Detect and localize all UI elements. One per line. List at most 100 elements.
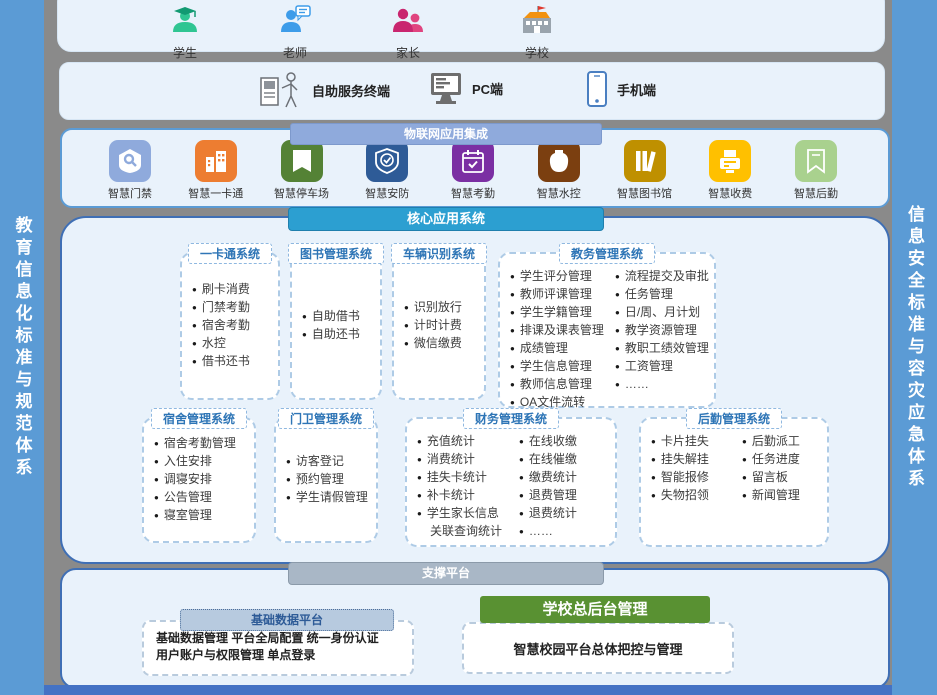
base-data-line1: 基础数据管理 平台全局配置 统一身份认证 [156, 630, 402, 647]
card-one-card-system: 一卡通系统 刷卡消费门禁考勤宿舍考勤水控借书还书 [180, 252, 280, 400]
list-item: 学生请假管理 [286, 489, 370, 507]
school-icon [518, 4, 556, 38]
card-dorm-system: 宿舍管理系统 宿舍考勤管理入住安排调寝安排公告管理寝室管理 [142, 417, 256, 543]
right-pillar: 信息安全标准与容灾应急体系 [892, 0, 937, 695]
right-pillar-label: 信息安全标准与容灾应急体系 [902, 205, 927, 491]
card-library-system-title: 图书管理系统 [288, 243, 384, 264]
list-item: 留言板 [742, 469, 823, 487]
card-finance-system-col2: 在线收缴在线催缴缴费统计退费管理退费统计…… [511, 433, 613, 541]
library-books-icon [624, 140, 666, 182]
list-item: 挂失解挂 [651, 451, 732, 469]
list-item: 新闻管理 [742, 487, 823, 505]
list-item: 工资管理 [615, 358, 710, 376]
iot-item-library: 智慧图书馆 [609, 140, 681, 201]
list-item: 教师评课管理 [510, 286, 605, 304]
admin-backend-body: 智慧校园平台总体把控与管理 [464, 624, 732, 672]
terminal-mobile-label: 手机端 [617, 80, 656, 99]
card-one-card-system-title: 一卡通系统 [188, 243, 272, 264]
list-item: 学生家长信息关联查询统计 [417, 505, 509, 540]
figure-student-label: 学生 [150, 44, 220, 61]
list-item: 预约管理 [286, 471, 370, 489]
base-data-line2: 用户账户与权限管理 单点登录 [156, 647, 402, 664]
card-academic-system-columns: 学生评分管理教师评课管理学生学籍管理排课及课表管理成绩管理学生信息管理教师信息管… [500, 254, 714, 416]
core-panel: 一卡通系统 刷卡消费门禁考勤宿舍考勤水控借书还书 图书管理系统 自助借书自助还书… [60, 216, 890, 564]
support-banner: 支撑平台 [288, 562, 604, 585]
phone-icon [585, 70, 609, 108]
list-item: 充值统计 [417, 433, 509, 451]
iot-item-parking-label: 智慧停车场 [274, 185, 329, 201]
list-item: 水控 [192, 335, 272, 353]
parents-icon [391, 4, 425, 38]
card-logistics-system-col2: 后勤派工任务进度留言板新闻管理 [734, 433, 825, 541]
list-item: 消费统计 [417, 451, 509, 469]
smart-campus-architecture-diagram: 教育信息化标准与规范体系 信息安全标准与容灾应急体系 学生 老师 [0, 0, 937, 695]
card-vehicle-system-items: 识别放行计时计费微信缴费 [394, 295, 484, 357]
list-item: 日/周、月计划 [615, 304, 710, 322]
iot-item-logistics-label: 智慧后勤 [794, 185, 838, 201]
list-item: 教职工绩效管理 [615, 340, 710, 358]
card-gate-system: 门卫管理系统 访客登记预约管理学生请假管理 [274, 417, 378, 543]
pc-icon [428, 70, 464, 106]
base-data-platform-header: 基础数据平台 [180, 609, 394, 631]
list-item: 教学资源管理 [615, 322, 710, 340]
terminal-mobile: 手机端 [585, 70, 656, 108]
card-finance-system: 财务管理系统 充值统计消费统计挂失卡统计补卡统计学生家长信息关联查询统计 在线收… [405, 417, 617, 547]
card-dorm-system-items: 宿舍考勤管理入住安排调寝安排公告管理寝室管理 [144, 431, 254, 529]
logistics-bookmark-icon [795, 140, 837, 182]
list-item: 流程提交及审批 [615, 268, 710, 286]
support-panel: 基础数据平台 基础数据管理 平台全局配置 统一身份认证 用户账户与权限管理 单点… [60, 568, 890, 689]
terminal-pc-label: PC端 [472, 79, 503, 98]
card-vehicle-system: 车辆识别系统 识别放行计时计费微信缴费 [392, 252, 486, 400]
list-item: 退费管理 [519, 487, 611, 505]
list-item: 缴费统计 [519, 469, 611, 487]
card-academic-system: 教务管理系统 学生评分管理教师评课管理学生学籍管理排课及课表管理成绩管理学生信息… [498, 252, 716, 408]
card-gate-system-title: 门卫管理系统 [278, 408, 374, 429]
iot-item-attendance-label: 智慧考勤 [451, 185, 495, 201]
list-item: 自助借书 [302, 308, 374, 326]
one-card-icon [195, 140, 237, 182]
card-library-system: 图书管理系统 自助借书自助还书 [290, 252, 382, 400]
water-control-icon [538, 140, 580, 182]
card-logistics-system-col1: 卡片挂失挂失解挂智能报修失物招领 [643, 433, 734, 541]
iot-row: 智慧门禁 智慧一卡通 智慧停车场 [60, 140, 886, 201]
figure-parents-label: 家长 [373, 44, 443, 61]
list-item: 计时计费 [404, 317, 478, 335]
card-logistics-system: 后勤管理系统 卡片挂失挂失解挂智能报修失物招领 后勤派工任务进度留言板新闻管理 [639, 417, 829, 547]
list-item: 宿舍考勤管理 [154, 435, 248, 453]
terminal-kiosk: 自助服务终端 [258, 70, 390, 110]
fees-pos-icon [709, 140, 751, 182]
iot-item-library-label: 智慧图书馆 [617, 185, 672, 201]
iot-item-access: 智慧门禁 [94, 140, 166, 201]
card-dorm-system-title: 宿舍管理系统 [151, 408, 247, 429]
card-vehicle-system-title: 车辆识别系统 [391, 243, 487, 264]
list-item: 挂失卡统计 [417, 469, 509, 487]
iot-item-attendance: 智慧考勤 [437, 140, 509, 201]
list-item: 任务进度 [742, 451, 823, 469]
card-logistics-system-columns: 卡片挂失挂失解挂智能报修失物招领 后勤派工任务进度留言板新闻管理 [641, 419, 827, 545]
list-item: 识别放行 [404, 299, 478, 317]
iot-item-onecard-label: 智慧一卡通 [188, 185, 243, 201]
iot-item-logistics: 智慧后勤 [780, 140, 852, 201]
left-pillar-label: 教育信息化标准与规范体系 [10, 216, 35, 480]
list-item: 后勤派工 [742, 433, 823, 451]
bottom-bar [44, 685, 892, 695]
teacher-icon [278, 4, 312, 38]
admin-backend-header: 学校总后台管理 [480, 596, 710, 623]
iot-banner: 物联网应用集成 [290, 123, 602, 145]
iot-item-water: 智慧水控 [523, 140, 595, 201]
list-item: 成绩管理 [510, 340, 605, 358]
iot-item-security: 智慧安防 [351, 140, 423, 201]
list-item: 微信缴费 [404, 335, 478, 353]
list-item: 教师信息管理 [510, 376, 605, 394]
terminal-kiosk-label: 自助服务终端 [312, 81, 390, 100]
list-item: 访客登记 [286, 453, 370, 471]
card-academic-system-title: 教务管理系统 [559, 243, 655, 264]
security-shield-icon [366, 140, 408, 182]
list-item: 寝室管理 [154, 507, 248, 525]
iot-item-onecard: 智慧一卡通 [180, 140, 252, 201]
list-item: 调寝安排 [154, 471, 248, 489]
list-item: 在线收缴 [519, 433, 611, 451]
figure-school: 学校 [502, 4, 572, 61]
list-item: 公告管理 [154, 489, 248, 507]
figure-teacher-label: 老师 [260, 44, 330, 61]
